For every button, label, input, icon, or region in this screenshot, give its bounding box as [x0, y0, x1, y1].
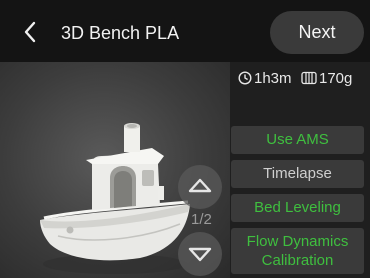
flow-dynamics-label-line2: Calibration — [261, 252, 334, 269]
next-button[interactable]: Next — [270, 11, 364, 54]
timelapse-toggle[interactable]: Timelapse — [231, 160, 364, 188]
print-time-info: 1h3m — [238, 69, 292, 89]
filament-weight-value: 170g — [319, 70, 353, 87]
print-setup-screen: 3D Bench PLA Next 1/2 1h3m 170g Use AMS … — [0, 0, 370, 278]
scroll-down-button[interactable] — [178, 232, 222, 276]
page-title: 3D Bench PLA — [61, 23, 180, 43]
filament-spool-icon — [301, 71, 317, 85]
back-button[interactable] — [17, 17, 45, 47]
filament-weight-info: 170g — [301, 69, 352, 89]
header-bar: 3D Bench PLA Next — [0, 0, 370, 62]
benchy-model-image — [40, 123, 190, 274]
use-ams-toggle[interactable]: Use AMS — [231, 126, 364, 154]
page-indicator: 1/2 — [191, 211, 212, 228]
bed-leveling-toggle[interactable]: Bed Leveling — [231, 194, 364, 222]
flow-dynamics-calibration-toggle[interactable]: Flow Dynamics Calibration — [231, 228, 364, 274]
flow-dynamics-label-line1: Flow Dynamics — [246, 233, 349, 250]
clock-icon — [238, 71, 252, 85]
chevron-left-icon — [24, 21, 36, 43]
scroll-up-button[interactable] — [178, 165, 222, 209]
chevron-down-icon — [188, 247, 212, 262]
chevron-up-icon — [188, 178, 212, 193]
print-time-value: 1h3m — [254, 70, 292, 87]
model-preview[interactable]: 1/2 — [0, 62, 230, 278]
